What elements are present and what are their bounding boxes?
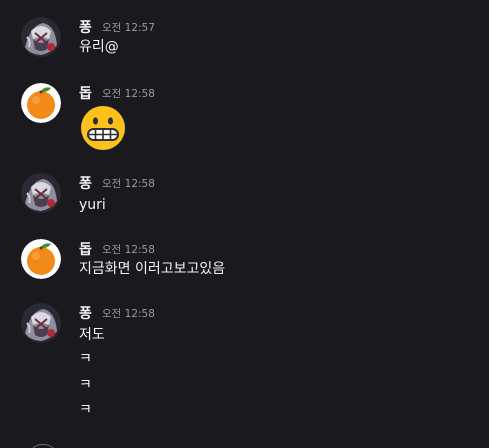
message-timestamp: 오전 12:58 (102, 308, 155, 320)
message-timestamp: 오전 12:58 (102, 88, 155, 100)
anime-character-avatar-icon (21, 303, 61, 343)
user-avatar[interactable] (21, 173, 61, 213)
message-author[interactable]: 돕 (79, 241, 92, 259)
message-author[interactable]: 돕 (79, 85, 92, 103)
orange-fruit-avatar-icon (21, 83, 61, 123)
message-text: 저도 (79, 327, 105, 343)
message-author[interactable]: 퐁 (79, 305, 92, 323)
message-text: ㅋ (79, 351, 92, 367)
message-timestamp: 오전 12:58 (102, 178, 155, 190)
user-avatar[interactable] (28, 444, 58, 448)
anime-character-avatar-icon (21, 173, 61, 213)
anime-character-avatar-icon (21, 17, 61, 57)
grimacing-face-emoji (79, 104, 127, 152)
user-avatar[interactable] (21, 17, 61, 57)
message-author[interactable]: 퐁 (79, 19, 92, 37)
orange-fruit-avatar-icon (21, 239, 61, 279)
message-text: yuri (79, 197, 106, 213)
user-avatar[interactable] (21, 83, 61, 123)
message-text: 지금화면 이러고보고있음 (79, 261, 226, 277)
message-text: ㅋ (79, 402, 92, 418)
message-timestamp: 오전 12:57 (102, 22, 155, 34)
message-text: 유리@ (79, 39, 119, 55)
message-text: ㅋ (79, 377, 92, 393)
user-avatar[interactable] (21, 239, 61, 279)
chat-message-list: 퐁 오전 12:57 유리@ 돕 오전 12:58 퐁 오전 12:58 yur… (0, 0, 489, 448)
user-avatar[interactable] (21, 303, 61, 343)
message-author[interactable]: 퐁 (79, 175, 92, 193)
message-timestamp: 오전 12:58 (102, 244, 155, 256)
